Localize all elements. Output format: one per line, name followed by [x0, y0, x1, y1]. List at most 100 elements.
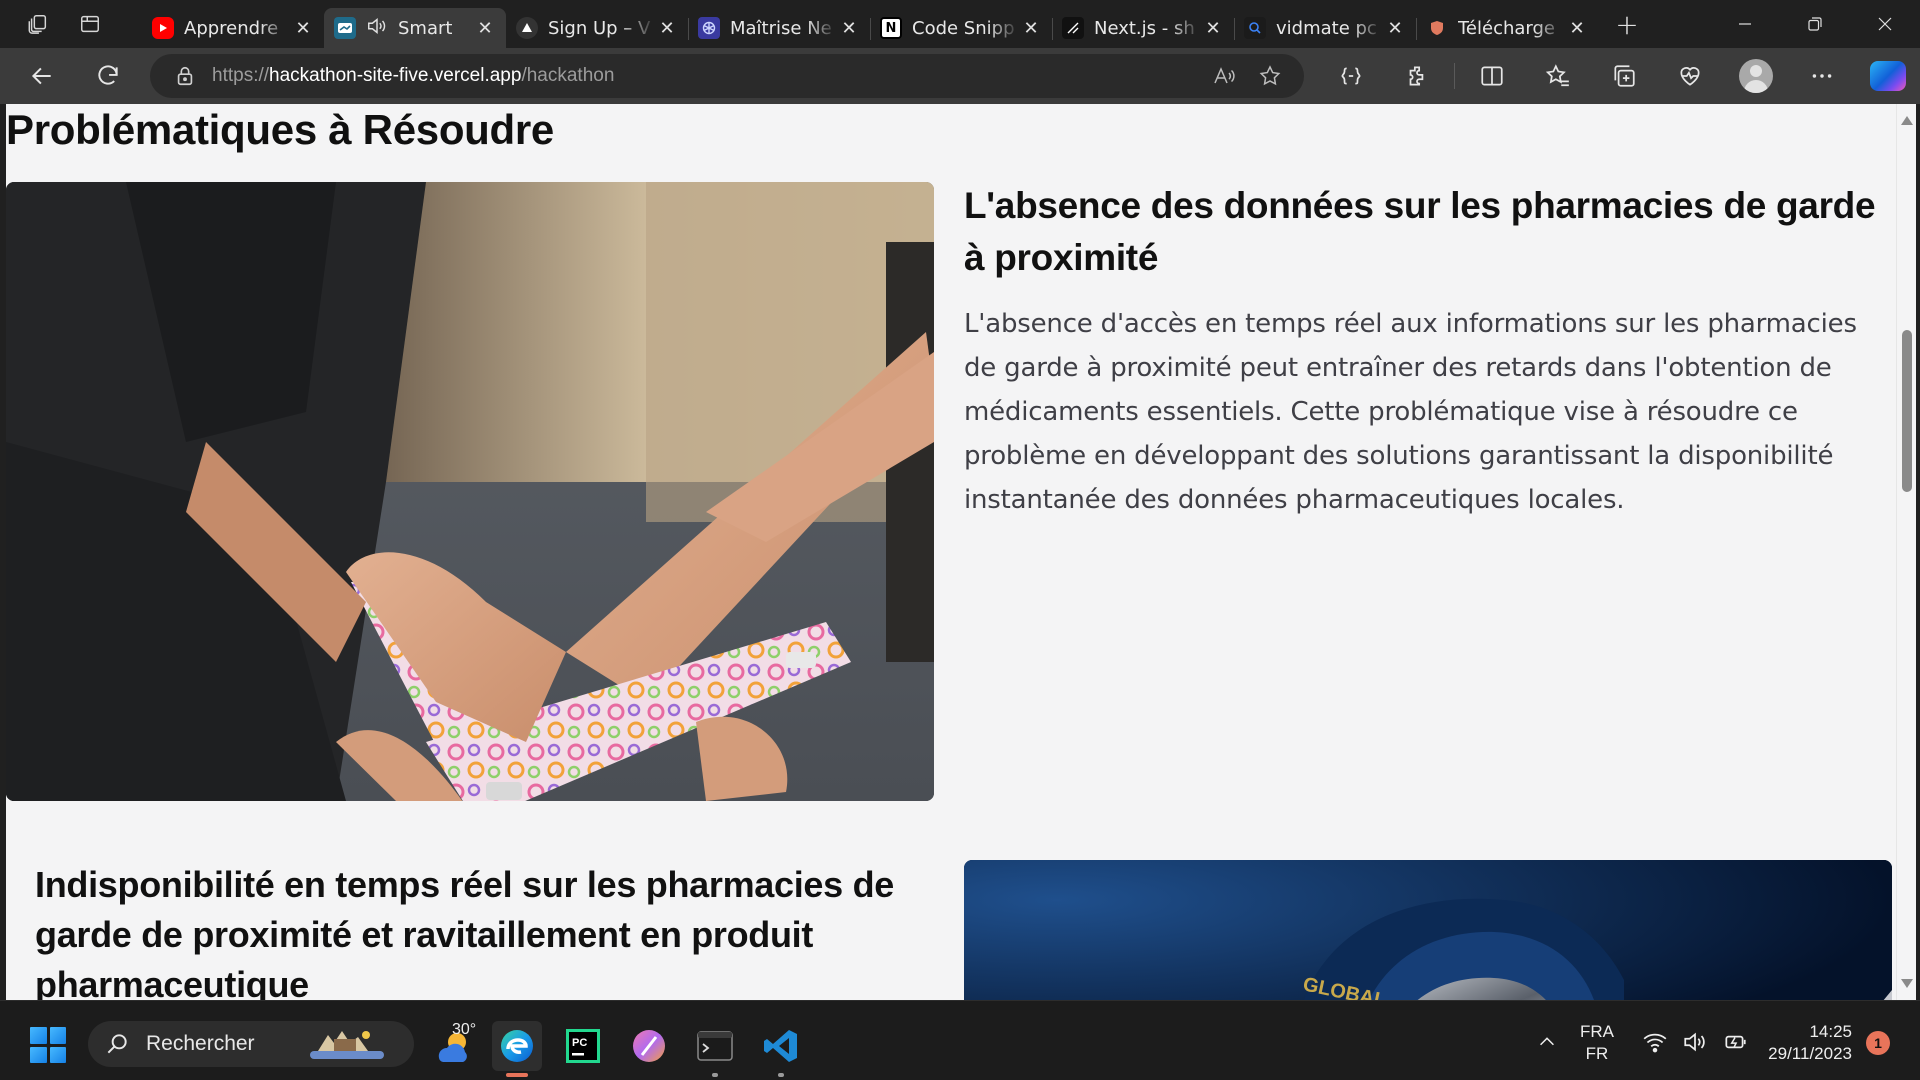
language-code: FRA — [1580, 1022, 1614, 1041]
profile-button[interactable] — [1723, 52, 1789, 100]
workspaces-icon[interactable] — [14, 0, 62, 48]
terminal-icon — [697, 1031, 733, 1061]
active-indicator — [506, 1073, 528, 1077]
smart-icon — [334, 17, 356, 39]
browser-tab[interactable]: Maîtrise Ne ✕ — [688, 8, 870, 48]
edge-icon — [501, 1030, 533, 1062]
window-frame — [1916, 104, 1920, 1000]
avatar — [1739, 59, 1773, 93]
tab-list: Apprendre ✕ Smart ✕ Sign Up – V ✕ Maîtrise Ne ✕… — [142, 0, 1598, 48]
problem-1-title: L'absence des données sur les pharmacies… — [964, 185, 1876, 278]
browser-tab[interactable]: N Code Snipp ✕ — [870, 8, 1052, 48]
scroll-down-arrow[interactable] — [1901, 979, 1913, 988]
address-bar[interactable]: https://hackathon-site-five.vercel.app/h… — [150, 54, 1304, 98]
search-icon — [1244, 17, 1266, 39]
shield-icon — [1426, 17, 1448, 39]
tab-title: Sign Up – V — [548, 17, 651, 39]
browser-toolbar: https://hackathon-site-five.vercel.app/h… — [0, 48, 1920, 104]
collections-icon[interactable] — [1591, 52, 1657, 100]
system-tray-icons[interactable] — [1642, 1029, 1748, 1055]
close-tab-icon[interactable]: ✕ — [656, 18, 678, 39]
notion-icon: N — [880, 17, 902, 39]
problem-card-2: Indisponibilité en temps réel sur les ph… — [35, 860, 955, 1000]
youtube-icon — [152, 17, 174, 39]
volume-icon — [1684, 1032, 1705, 1052]
page-viewport: Problématiques à Résoudre L'absence des … — [6, 104, 1896, 1000]
address-bar-icons — [1212, 64, 1304, 88]
window-controls — [1710, 0, 1920, 48]
taskbar-search[interactable]: Rechercher — [88, 1021, 414, 1067]
browser-tab[interactable]: Next.js - sh ✕ — [1052, 8, 1234, 48]
orthosis-photo — [6, 182, 934, 801]
browser-tab[interactable]: Télécharge ✕ — [1416, 8, 1598, 48]
tab-actions-icon[interactable] — [66, 0, 114, 48]
close-tab-icon[interactable]: ✕ — [1566, 18, 1588, 39]
taskbar-vscode[interactable] — [756, 1021, 806, 1077]
show-hidden-icons-button[interactable] — [1536, 1031, 1558, 1057]
refresh-button[interactable] — [80, 52, 136, 100]
page-scrollbar[interactable] — [1896, 104, 1916, 1000]
read-aloud-icon[interactable] — [1212, 64, 1236, 88]
scrollbar-thumb[interactable] — [1902, 330, 1912, 492]
notification-badge[interactable]: 1 — [1866, 1031, 1890, 1055]
favorites-icon[interactable] — [1525, 52, 1591, 100]
problem-card-1: L'absence des données sur les pharmacies… — [964, 180, 1892, 522]
clock[interactable]: 14:25 29/11/2023 — [1762, 1021, 1852, 1065]
problem-2-title: Indisponibilité en temps réel sur les ph… — [35, 864, 894, 1000]
running-indicator — [712, 1073, 718, 1077]
browser-tab[interactable]: vidmate pc ✕ — [1234, 8, 1416, 48]
windows-logo-icon — [30, 1046, 47, 1063]
scroll-up-arrow[interactable] — [1901, 116, 1913, 125]
chevron-up-icon — [1540, 1037, 1554, 1046]
copilot-button[interactable] — [1855, 52, 1920, 100]
clock-date: 29/11/2023 — [1768, 1044, 1852, 1063]
browser-tab[interactable]: Apprendre ✕ — [142, 8, 324, 48]
tab-title: vidmate pc — [1276, 17, 1377, 39]
more-options-button[interactable] — [1789, 52, 1855, 100]
taskbar-arc[interactable] — [624, 1021, 674, 1071]
search-highlight-icon — [310, 1031, 384, 1059]
url-path: /hackathon — [521, 65, 615, 86]
browser-tab[interactable]: Smart ✕ — [324, 8, 506, 48]
tab-title: Code Snipp — [912, 17, 1015, 39]
battery-icon — [1725, 1035, 1746, 1049]
tab-title: Télécharge — [1458, 17, 1556, 39]
tab-title: Smart — [398, 17, 453, 39]
minimize-button[interactable] — [1710, 0, 1780, 48]
close-tab-icon[interactable]: ✕ — [1202, 18, 1224, 39]
close-tab-icon[interactable]: ✕ — [292, 18, 314, 39]
restore-button[interactable] — [1780, 0, 1850, 48]
taskbar-pycharm[interactable]: PC — [558, 1021, 608, 1071]
taskbar-edge[interactable] — [492, 1021, 542, 1077]
toolbar-right — [1318, 48, 1920, 104]
close-window-button[interactable] — [1850, 0, 1920, 48]
language-indicator[interactable]: FRA FR — [1580, 1021, 1614, 1065]
vscode-icon — [764, 1030, 797, 1062]
speaker-icon[interactable] — [366, 15, 390, 42]
svg-text:PC: PC — [572, 1037, 587, 1049]
favorite-star-icon[interactable] — [1258, 64, 1282, 88]
taskbar-terminal[interactable] — [690, 1021, 740, 1077]
search-placeholder: Rechercher — [146, 1032, 255, 1055]
arc-app-icon — [633, 1030, 665, 1062]
close-tab-icon[interactable]: ✕ — [1384, 18, 1406, 39]
lock-icon[interactable] — [174, 65, 196, 87]
start-button[interactable] — [30, 1027, 66, 1063]
extensions-icon[interactable] — [1384, 52, 1450, 100]
openai-icon — [698, 17, 720, 39]
json-extension-icon[interactable] — [1318, 52, 1384, 100]
taskbar: Rechercher 30° PC FRA FR 14:25 29/11/202… — [0, 1000, 1920, 1080]
split-screen-icon[interactable] — [1459, 52, 1525, 100]
tab-title: Next.js - sh — [1094, 17, 1195, 39]
browser-tab[interactable]: Sign Up – V ✕ — [506, 8, 688, 48]
weather-temperature: 30° — [452, 1021, 477, 1038]
pycharm-icon: PC — [566, 1029, 600, 1063]
browser-essentials-icon[interactable] — [1657, 52, 1723, 100]
url-text[interactable]: https://hackathon-site-five.vercel.app/h… — [212, 65, 614, 87]
back-button[interactable] — [14, 52, 70, 100]
close-tab-icon[interactable]: ✕ — [1020, 18, 1042, 39]
close-tab-icon[interactable]: ✕ — [474, 18, 496, 39]
close-tab-icon[interactable]: ✕ — [838, 18, 860, 39]
new-tab-button[interactable]: + — [1604, 4, 1650, 44]
url-protocol: https:// — [212, 65, 270, 86]
